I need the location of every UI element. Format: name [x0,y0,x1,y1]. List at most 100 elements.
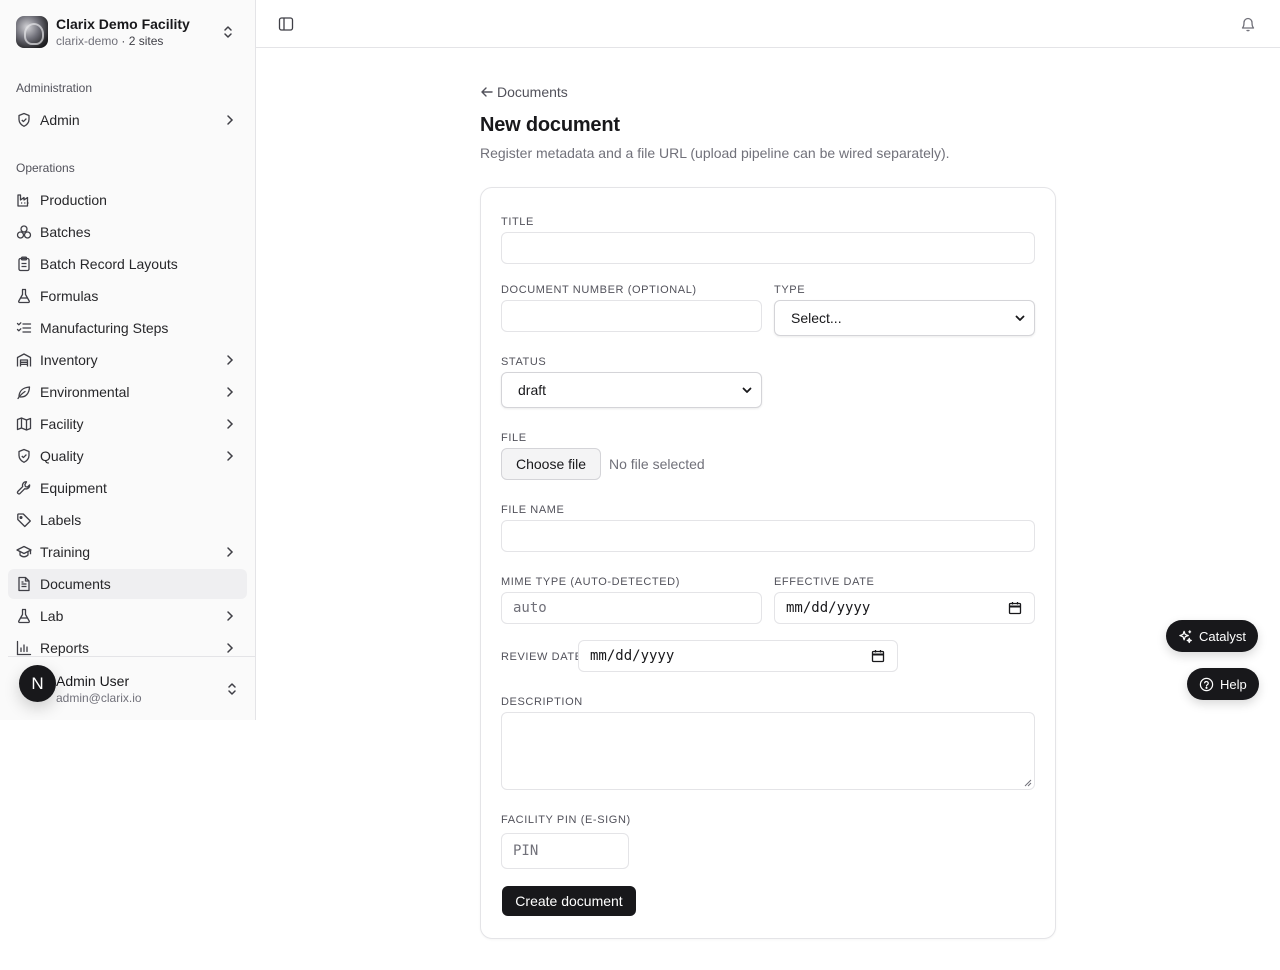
sidebar-item-label: Equipment [40,480,107,496]
sidebar-item-inventory[interactable]: Inventory [8,345,247,375]
back-to-documents-link[interactable]: Documents [480,84,568,100]
pin-placeholder: PIN [513,843,539,859]
sidebar-item-label: Documents [40,576,111,592]
help-circle-icon [1199,677,1214,691]
chevron-down-icon [742,387,752,393]
wrench-icon [16,481,31,495]
review-date-label: REVIEW DATE [501,651,583,663]
effective-date-placeholder: mm/dd/yyyy [786,600,871,616]
resize-grip-icon[interactable] [1024,779,1032,787]
sidebar-item-label: Facility [40,416,84,432]
chevron-right-icon [227,451,234,461]
arrow-left-icon [481,87,493,97]
help-button[interactable]: Help [1187,668,1259,700]
facility-pin-label: FACILITY PIN (E-SIGN) [501,814,631,826]
type-select[interactable]: Select... [774,300,1035,336]
boxes-icon [16,225,32,239]
help-label: Help [1220,676,1247,692]
sidebar-item-admin[interactable]: Admin [8,105,247,135]
user-menu[interactable]: N Admin User admin@clarix.io [8,656,255,720]
type-label: TYPE [774,284,806,296]
chevrons-up-down-icon [224,26,232,38]
create-document-button[interactable]: Create document [502,886,636,916]
warehouse-icon [16,353,32,367]
sidebar-item-labels[interactable]: Labels [8,505,247,535]
sidebar-item-manufacturing-steps[interactable]: Manufacturing Steps [8,313,247,343]
sidebar-item-documents[interactable]: Documents [8,569,247,599]
sidebar-item-label: Inventory [40,352,98,368]
sparkles-icon [1179,629,1192,643]
sidebar-item-lab[interactable]: Lab [8,601,247,631]
back-link-label: Documents [497,84,568,100]
graduation-cap-icon [16,545,32,558]
file-name-input[interactable] [501,520,1035,552]
document-number-label: DOCUMENT NUMBER (OPTIONAL) [501,284,697,296]
choose-file-button[interactable]: Choose file [501,448,601,480]
sidebar-item-label: Lab [40,608,64,624]
sidebar-item-label: Formulas [40,288,99,304]
facility-pin-input[interactable]: PIN [501,833,629,869]
chevron-right-icon [227,643,234,653]
document-number-input[interactable] [501,300,762,332]
sidebar-item-equipment[interactable]: Equipment [8,473,247,503]
page-description: Register metadata and a file URL (upload… [480,145,950,161]
mime-type-input[interactable]: auto [501,592,762,624]
chevron-right-icon [227,387,234,397]
status-select-value: draft [518,382,547,398]
chevron-down-icon [1015,315,1025,321]
sidebar-item-label: Production [40,192,107,208]
description-label: DESCRIPTION [501,696,583,708]
sidebar-item-formulas[interactable]: Formulas [8,281,247,311]
status-label: STATUS [501,356,547,368]
org-logo [16,16,48,48]
type-select-value: Select... [791,310,842,326]
sidebar-item-facility[interactable]: Facility [8,409,247,439]
sidebar-item-batch-record-layouts[interactable]: Batch Record Layouts [8,249,247,279]
org-switcher[interactable]: Clarix Demo Facility clarix-demo · 2 sit… [16,16,240,48]
sidebar-item-training[interactable]: Training [8,537,247,567]
sidebar-item-label: Reports [40,640,90,656]
chevron-right-icon [227,355,234,365]
tag-icon [17,513,31,528]
chevron-right-icon [227,115,234,125]
calendar-icon[interactable] [871,649,885,663]
mime-type-placeholder: auto [513,600,547,616]
page-title: New document [480,114,620,136]
effective-date-input[interactable]: mm/dd/yyyy [774,592,1035,624]
clipboard-icon [18,256,30,272]
sidebar-item-batches[interactable]: Batches [8,217,247,247]
flask-icon [18,288,30,304]
sidebar-item-label: Admin [40,112,80,128]
bell-icon[interactable] [1240,16,1256,32]
status-select[interactable]: draft [501,372,762,408]
chevrons-up-down-icon [228,683,236,695]
org-name: Clarix Demo Facility [56,15,190,32]
sidebar-item-label: Batch Record Layouts [40,256,178,272]
chevron-right-icon [227,419,234,429]
catalyst-button[interactable]: Catalyst [1166,620,1258,652]
avatar: N [19,665,56,702]
org-sites: · 2 sites [121,33,164,48]
title-input[interactable] [501,232,1035,264]
shield-check-icon [18,112,30,127]
description-textarea[interactable] [501,712,1035,790]
sidebar-item-production[interactable]: Production [8,185,247,215]
catalyst-label: Catalyst [1199,628,1246,644]
shield-check-icon [18,448,30,463]
file-status-text: No file selected [609,456,705,472]
sidebar-item-label: Training [40,544,91,560]
calendar-icon[interactable] [1008,601,1022,615]
topbar [256,0,1280,48]
sidebar-toggle-icon[interactable] [278,16,294,32]
file-text-icon [18,576,30,592]
sidebar-item-label: Manufacturing Steps [40,320,169,336]
sidebar-item-environmental[interactable]: Environmental [8,377,247,407]
factory-icon [17,194,29,207]
list-checks-icon [16,322,32,333]
review-date-input[interactable]: mm/dd/yyyy [578,640,898,672]
chevron-right-icon [227,611,234,621]
sidebar-item-label: Quality [40,448,84,464]
sidebar-item-quality[interactable]: Quality [8,441,247,471]
review-date-placeholder: mm/dd/yyyy [590,648,675,664]
leaf-icon [17,386,31,400]
